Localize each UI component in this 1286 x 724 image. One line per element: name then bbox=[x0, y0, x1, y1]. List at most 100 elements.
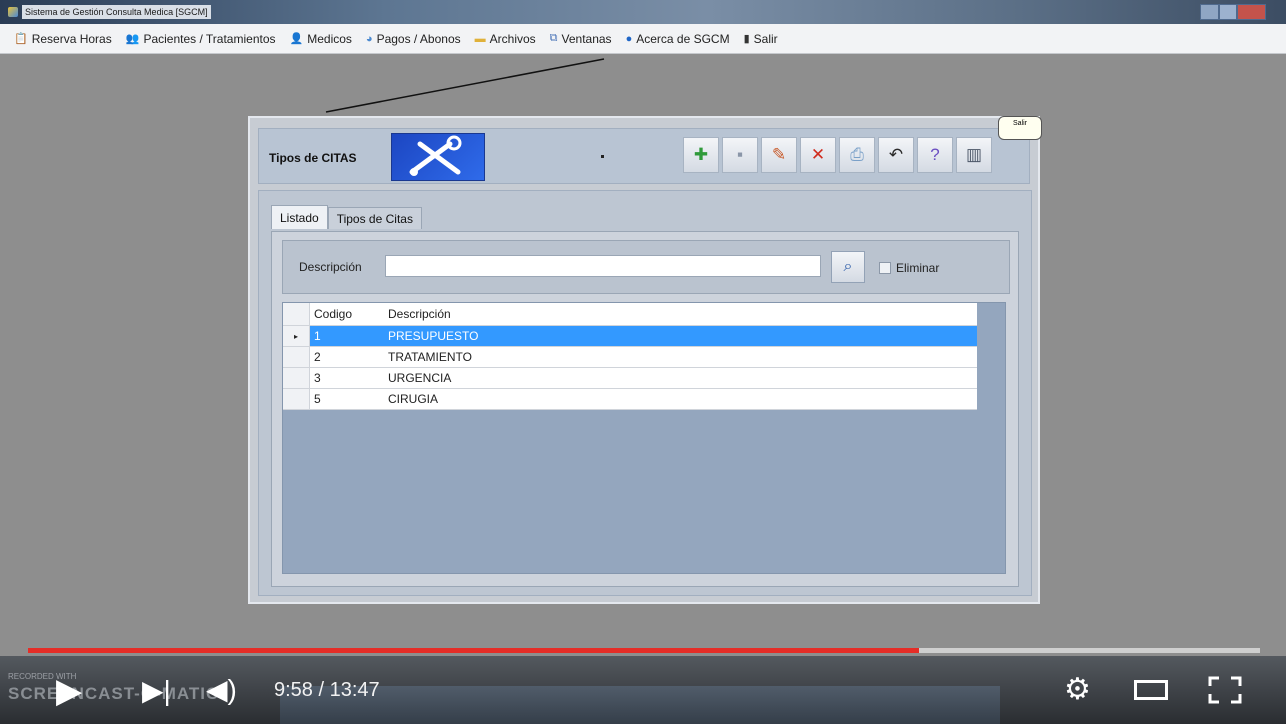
new-button[interactable]: ✚ bbox=[683, 137, 719, 173]
windows-icon: ⧉ bbox=[549, 32, 558, 44]
time-display: 9:58 / 13:47 bbox=[274, 679, 380, 701]
table-row[interactable]: ▸ 1 PRESUPUESTO bbox=[283, 325, 977, 347]
tipos-citas-form: Tipos de CITAS ✚ ▪ ✎ ✕ ⎙ ↶? ▥ Listado Tipos de … bbox=[248, 116, 1040, 604]
door-exit-icon: ▥ bbox=[965, 145, 983, 164]
tab-control: Listado Tipos de Citas Descripción ⌕ Elim… bbox=[258, 190, 1032, 596]
form-toolbar: ✚ ▪ ✎ ✕ ⎙ ↶? ▥ bbox=[683, 137, 992, 173]
search-button[interactable]: ⌕ bbox=[831, 251, 865, 283]
menu-item-pacientes-tratamientos[interactable]: 👥 Pacientes / Tratamientos bbox=[126, 32, 276, 46]
row-selector[interactable] bbox=[283, 346, 310, 368]
window-title: Sistema de Gestión Consulta Medica [SGCM… bbox=[22, 5, 211, 19]
minimize-button[interactable] bbox=[1200, 4, 1219, 20]
video-progress-bar[interactable] bbox=[28, 648, 1260, 653]
maximize-button[interactable] bbox=[1218, 4, 1238, 20]
search-input[interactable] bbox=[385, 255, 821, 277]
stray-dot bbox=[601, 155, 604, 158]
table-row[interactable]: 5 CIRUGIA bbox=[283, 388, 977, 410]
tab-listado[interactable]: Listado bbox=[271, 205, 328, 229]
row-selector[interactable]: ▸ bbox=[283, 325, 310, 347]
next-video-icon[interactable]: ▶| bbox=[142, 676, 171, 706]
menu-item-label: Pagos / Abonos bbox=[376, 31, 461, 46]
current-row-arrow-icon: ▸ bbox=[293, 331, 298, 341]
menu-item-label: Acerca de SGCM bbox=[636, 31, 730, 46]
cell-codigo[interactable]: 5 bbox=[309, 388, 384, 410]
cell-codigo[interactable]: 1 bbox=[309, 325, 384, 347]
search-label: Descripción bbox=[299, 260, 362, 274]
settings-gear-icon[interactable]: ⚙ bbox=[1064, 675, 1091, 705]
cell-descripcion[interactable]: URGENCIA bbox=[384, 367, 977, 389]
payments-icon: ◕ bbox=[365, 32, 373, 45]
help-icon: ? bbox=[930, 145, 940, 164]
menu-item-label: Salir bbox=[753, 31, 778, 46]
delete-button[interactable]: ✕ bbox=[800, 137, 836, 173]
menu-item-label: Medicos bbox=[307, 31, 352, 46]
tab-strip: Listado Tipos de Citas bbox=[271, 205, 422, 229]
data-grid: Codigo Descripción ▸ 1 PRESUPUESTO 2 TRATAMI… bbox=[282, 302, 1006, 574]
undo-icon: ↶ bbox=[888, 145, 904, 164]
new-document-icon: ✚ bbox=[693, 145, 709, 164]
column-header-descripcion[interactable]: Descripción bbox=[384, 303, 977, 326]
info-icon: ● bbox=[625, 32, 633, 45]
windows-taskbar bbox=[280, 686, 1000, 724]
video-player-controls: RECORDED WITH SCREENCAST-O-MATIC ▶ ▶| ◀)… bbox=[0, 656, 1286, 724]
cell-descripcion[interactable]: TRATAMIENTO bbox=[384, 346, 977, 368]
form-title: Tipos de CITAS bbox=[269, 151, 357, 165]
undo-button[interactable]: ↶ bbox=[878, 137, 914, 173]
grid-header-row: Codigo Descripción bbox=[283, 303, 977, 326]
row-selector[interactable] bbox=[283, 367, 310, 389]
volume-icon[interactable]: ◀) bbox=[206, 674, 237, 706]
folder-icon: ▬ bbox=[474, 32, 486, 45]
menu-item-medicos[interactable]: 👤 Medicos bbox=[290, 32, 352, 46]
menu-item-archivos[interactable]: ▬ Archivos bbox=[475, 32, 536, 46]
table-row[interactable]: 2 TRATAMIENTO bbox=[283, 346, 977, 368]
app-icon bbox=[8, 7, 18, 17]
row-selector[interactable] bbox=[283, 388, 310, 410]
menu-item-salir[interactable]: ▮ Salir bbox=[744, 32, 778, 46]
save-button[interactable]: ▪ bbox=[722, 137, 758, 173]
theater-mode-icon[interactable] bbox=[1134, 680, 1168, 700]
menu-bar: 📋 Reserva Horas 👥 Pacientes / Tratamientos 👤… bbox=[0, 24, 1286, 54]
watermark: SCREENCAST-O-MATIC bbox=[8, 684, 220, 703]
progress-played bbox=[28, 648, 919, 653]
doctor-icon: 👤 bbox=[289, 33, 304, 45]
menu-item-label: Pacientes / Tratamientos bbox=[143, 31, 276, 46]
menu-item-pagos-abonos[interactable]: ◕ Pagos / Abonos bbox=[366, 32, 461, 46]
edit-icon: ✎ bbox=[771, 145, 787, 164]
salir-tooltip: Salir bbox=[998, 116, 1042, 140]
fullscreen-icon[interactable] bbox=[1208, 676, 1242, 704]
print-button[interactable]: ⎙ bbox=[839, 137, 875, 173]
menu-item-acerca-de-sgcm[interactable]: ● Acerca de SGCM bbox=[626, 32, 730, 46]
calendar-icon: 📋 bbox=[14, 33, 28, 45]
row-header-corner bbox=[283, 303, 310, 326]
tab-tipos-de-citas[interactable]: Tipos de Citas bbox=[327, 207, 422, 229]
play-icon[interactable]: ▶ bbox=[56, 674, 82, 708]
exit-icon: ▮ bbox=[743, 33, 750, 45]
checkbox-label: Eliminar bbox=[896, 261, 940, 275]
cell-descripcion[interactable]: CIRUGIA bbox=[384, 388, 977, 410]
eliminar-checkbox[interactable]: Eliminar bbox=[879, 261, 939, 275]
magnifier-icon: ⌕ bbox=[843, 258, 853, 275]
menu-item-reserva-horas[interactable]: 📋 Reserva Horas bbox=[14, 32, 112, 46]
delete-icon: ✕ bbox=[810, 145, 826, 164]
checkbox-box[interactable] bbox=[879, 262, 891, 274]
window-controls bbox=[1200, 4, 1267, 20]
edit-button[interactable]: ✎ bbox=[761, 137, 797, 173]
patients-icon: 👥 bbox=[125, 33, 140, 45]
menu-item-label: Ventanas bbox=[561, 31, 612, 46]
close-button[interactable] bbox=[1237, 4, 1267, 20]
cell-codigo[interactable]: 3 bbox=[309, 367, 384, 389]
table-row[interactable]: 3 URGENCIA bbox=[283, 367, 977, 389]
help-button[interactable]: ? bbox=[917, 137, 953, 173]
search-panel: Descripción ⌕ Eliminar bbox=[282, 240, 1010, 294]
menu-item-label: Archivos bbox=[489, 31, 536, 46]
exit-form-button[interactable]: ▥ bbox=[956, 137, 992, 173]
cell-descripcion[interactable]: PRESUPUESTO bbox=[384, 325, 977, 347]
column-header-codigo[interactable]: Codigo bbox=[309, 303, 384, 326]
cell-codigo[interactable]: 2 bbox=[309, 346, 384, 368]
menu-item-ventanas[interactable]: ⧉ Ventanas bbox=[550, 32, 612, 46]
tools-logo-icon bbox=[391, 133, 485, 181]
printer-icon: ⎙ bbox=[850, 145, 864, 164]
tab-page-listado: Descripción ⌕ Eliminar Codigo Descripció… bbox=[271, 231, 1019, 587]
menu-item-label: Reserva Horas bbox=[31, 31, 112, 46]
form-header: Tipos de CITAS ✚ ▪ ✎ ✕ ⎙ ↶? ▥ bbox=[258, 128, 1030, 184]
